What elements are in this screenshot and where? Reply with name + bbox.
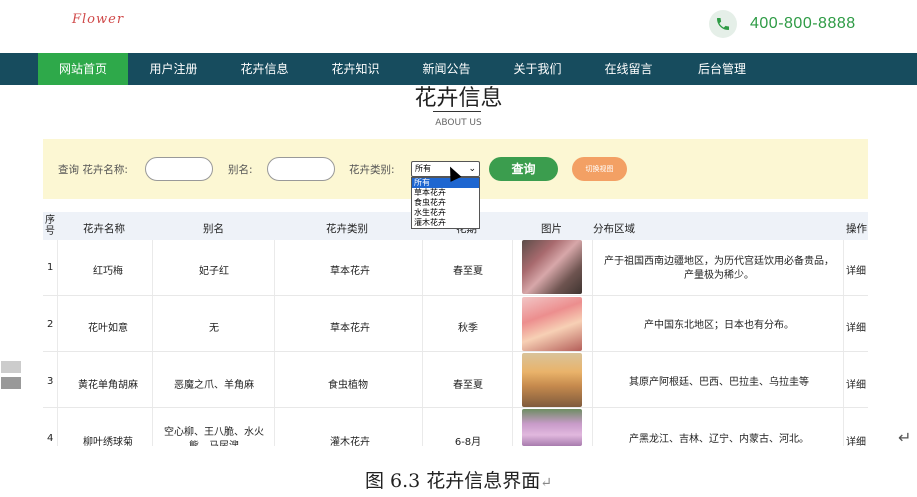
dropdown-option[interactable]: 水生花卉 bbox=[412, 208, 479, 218]
column-header-alias: 别名 bbox=[203, 223, 224, 235]
dropdown-option[interactable]: 灌木花卉 bbox=[412, 218, 479, 228]
row-name: 花叶如意 bbox=[88, 323, 128, 334]
chevron-down-icon: ⌄ bbox=[468, 164, 476, 174]
column-header-region: 分布区域 bbox=[593, 223, 635, 235]
detail-link[interactable]: 详细 bbox=[846, 376, 866, 391]
dropdown-option[interactable]: 食虫花卉 bbox=[412, 198, 479, 208]
row-type: 食虫植物 bbox=[328, 380, 368, 391]
flower-type-label: 花卉类别: bbox=[349, 164, 395, 176]
row-region: 产中国东北地区；日本也有分布。 bbox=[644, 320, 794, 331]
flower-image bbox=[522, 240, 582, 294]
row-no: 2 bbox=[47, 319, 54, 330]
row-period: 春至夏 bbox=[453, 380, 483, 391]
row-no: 4 bbox=[47, 433, 54, 444]
dropdown-option[interactable]: 所有 bbox=[412, 178, 479, 188]
flower-image bbox=[522, 297, 582, 351]
column-header-image: 图片 bbox=[541, 223, 562, 235]
row-no: 3 bbox=[47, 376, 54, 387]
row-alias: 妃子红 bbox=[199, 266, 229, 277]
edge-artifact bbox=[0, 359, 22, 397]
alias-label: 别名: bbox=[228, 164, 253, 176]
phone-icon bbox=[709, 10, 737, 38]
row-region: 产于祖国西南边疆地区，为历代宫廷饮用必备贵品，产量极为稀少。 bbox=[604, 256, 834, 281]
row-name: 黄花单角胡麻 bbox=[78, 380, 138, 391]
row-name: 红巧梅 bbox=[93, 266, 123, 277]
page-subtitle: ABOUT US bbox=[435, 118, 482, 128]
column-header-type: 花卉类别 bbox=[326, 223, 368, 235]
flower-name-input[interactable] bbox=[145, 157, 213, 181]
alias-input[interactable] bbox=[267, 157, 335, 181]
paragraph-mark-icon: ↵ bbox=[540, 475, 553, 491]
row-alias: 恶魔之爪、羊角麻 bbox=[174, 380, 254, 391]
row-type: 草本花卉 bbox=[330, 323, 370, 334]
row-type: 草本花卉 bbox=[330, 266, 370, 277]
return-arrow-icon: ↵ bbox=[898, 428, 912, 447]
row-name: 柳叶绣球菊 bbox=[83, 437, 133, 448]
column-header-no: 序号 bbox=[45, 215, 55, 237]
flower-type-dropdown: 所有 草本花卉 食虫花卉 水生花卉 灌木花卉 bbox=[411, 177, 480, 229]
row-period: 秋季 bbox=[458, 323, 478, 334]
site-logo[interactable]: Flower bbox=[72, 12, 124, 27]
row-alias: 空心柳、王八脆、水火熊、马尿溲 bbox=[164, 427, 264, 446]
phone-number: 400-800-8888 bbox=[750, 15, 856, 32]
flower-name-label: 查询 花卉名称: bbox=[58, 164, 128, 176]
detail-link[interactable]: 详细 bbox=[846, 433, 866, 448]
phone-contact: 400-800-8888 bbox=[709, 10, 856, 38]
detail-link[interactable]: 详细 bbox=[846, 262, 866, 277]
row-period: 春至夏 bbox=[453, 266, 483, 277]
column-header-name: 花卉名称 bbox=[83, 223, 125, 235]
title-divider bbox=[433, 111, 481, 112]
row-region: 其原产阿根廷、巴西、巴拉圭、乌拉圭等 bbox=[629, 377, 809, 388]
detail-link[interactable]: 详细 bbox=[846, 319, 866, 334]
flower-type-selected: 所有 bbox=[415, 164, 431, 173]
query-button[interactable]: 查询 bbox=[489, 157, 558, 181]
flower-image bbox=[522, 409, 582, 446]
page-title: 花卉信息 bbox=[414, 86, 503, 111]
flower-image bbox=[522, 353, 582, 407]
dropdown-option[interactable]: 草本花卉 bbox=[412, 188, 479, 198]
row-period: 6-8月 bbox=[454, 437, 482, 448]
row-no: 1 bbox=[47, 262, 54, 273]
row-region: 产黑龙江、吉林、辽宁、内蒙古、河北。 bbox=[629, 434, 809, 445]
switch-view-button[interactable]: 切换视图 bbox=[572, 157, 627, 181]
row-alias: 无 bbox=[209, 323, 219, 334]
figure-caption: 图 6.3 花卉信息界面↵ bbox=[364, 470, 553, 492]
column-header-action: 操作 bbox=[846, 223, 867, 235]
row-type: 灌木花卉 bbox=[330, 437, 370, 448]
